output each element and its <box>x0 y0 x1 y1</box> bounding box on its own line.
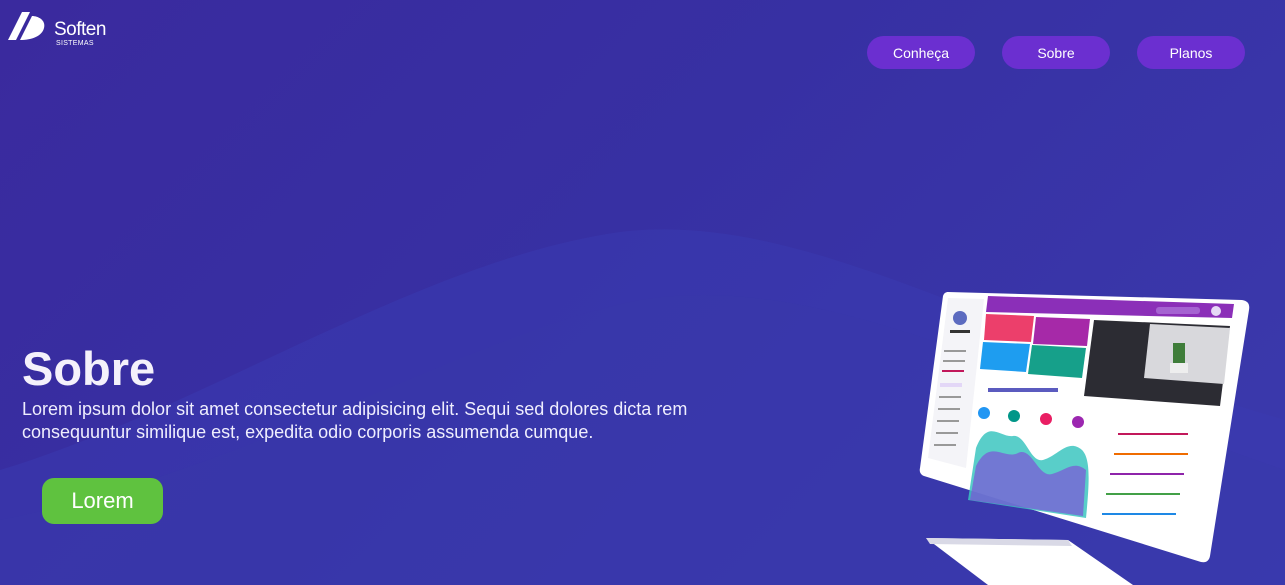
hero-description: Lorem ipsum dolor sit amet consectetur a… <box>22 399 688 442</box>
main-nav: Conheça Sobre Planos <box>867 36 1245 69</box>
brand-name: Soften <box>54 19 106 40</box>
nav-planos-button[interactable]: Planos <box>1137 36 1245 69</box>
hero-section: Sobre Lorem ipsum dolor sit amet consect… <box>22 342 742 444</box>
nav-sobre-button[interactable]: Sobre <box>1002 36 1110 69</box>
logo-mark-icon <box>8 12 45 40</box>
hero-title: Sobre <box>22 342 156 395</box>
brand-logo[interactable]: Soften SISTEMAS <box>4 6 106 47</box>
dashboard-monitor-illustration <box>919 292 1250 585</box>
cta-button[interactable]: Lorem <box>42 478 163 524</box>
nav-conheca-button[interactable]: Conheça <box>867 36 975 69</box>
brand-subtitle: SISTEMAS <box>56 40 94 47</box>
